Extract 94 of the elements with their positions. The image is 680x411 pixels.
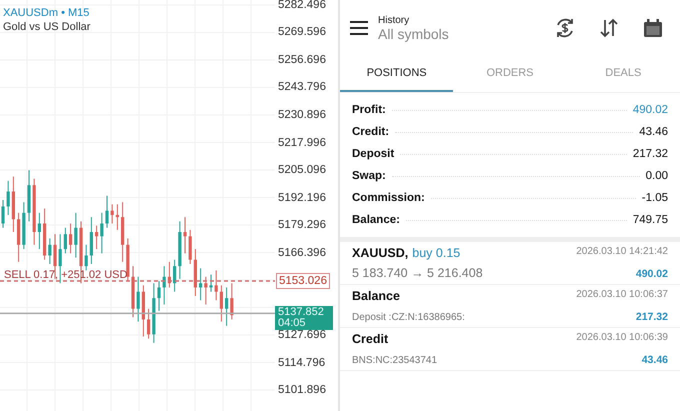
history-row[interactable]: Balance Deposit :CZ:N:16386965: 2026.03.10 10:06:37 217.32	[340, 285, 680, 328]
sort-icon[interactable]	[598, 17, 620, 39]
header-title: History	[378, 14, 410, 26]
candle	[194, 248, 197, 296]
price-label: 5256.696	[278, 52, 326, 67]
price-label: 5101.896	[278, 383, 326, 397]
candle	[168, 261, 171, 288]
candle	[204, 276, 208, 306]
candle	[188, 229, 192, 264]
candle	[121, 202, 124, 262]
candle	[22, 202, 26, 250]
candle	[199, 268, 202, 301]
candle	[6, 180, 10, 216]
summary-label: Swap:	[352, 170, 386, 182]
summary-label: Profit:	[352, 104, 386, 116]
candle	[220, 284, 223, 322]
candle	[17, 212, 20, 262]
deal-detail: BNS:NC:23543741	[352, 355, 438, 366]
price-label: 5127.696	[278, 328, 326, 342]
deal-time: 2026.03.10 14:21:42	[576, 246, 668, 257]
deal-title: Balance	[352, 289, 400, 303]
candle	[131, 266, 135, 318]
candle	[178, 220, 182, 280]
candle	[225, 286, 228, 326]
summary-value: 749.75	[632, 214, 668, 226]
candle	[214, 270, 218, 301]
candle	[105, 195, 109, 228]
price-label: 5114.796	[278, 356, 326, 370]
deal-detail: 5 183.740 → 5 216.408	[352, 266, 483, 280]
candle	[43, 208, 46, 260]
symbol-description: Gold vs US Dollar	[3, 20, 90, 34]
price-label: 5243.796	[278, 80, 326, 94]
price-label: 5217.996	[278, 136, 326, 150]
summary-label: Deposit	[352, 148, 394, 160]
ref-line-label: 5137.852	[278, 306, 325, 318]
candle	[126, 238, 130, 282]
candle	[230, 282, 234, 320]
history-row[interactable]: XAUUSD, buy 0.15 5 183.740 → 5 216.408 2026.03.10 14:21:42 490.02	[340, 242, 680, 285]
candle	[48, 238, 52, 264]
candle	[147, 308, 150, 340]
deal-detail: Deposit :CZ:N:16386965:	[352, 312, 465, 323]
summary-value: 0.00	[646, 170, 668, 182]
candle	[90, 216, 93, 264]
summary-value: 217.32	[632, 148, 668, 160]
candle	[152, 282, 156, 344]
deal-title: XAUUSD,	[352, 246, 408, 260]
summary-value: 43.46	[639, 126, 668, 138]
deal-amount: 490.02	[636, 268, 668, 280]
candle	[38, 212, 41, 250]
calendar-icon[interactable]	[642, 17, 664, 39]
price-label: 5166.396	[278, 246, 326, 260]
menu-icon[interactable]	[350, 21, 368, 35]
deal-amount: 43.46	[642, 354, 668, 366]
candle	[173, 259, 176, 292]
deal-title: Credit	[352, 332, 388, 346]
price-label: 5230.896	[278, 108, 326, 122]
candle	[162, 266, 166, 306]
candle	[110, 204, 114, 224]
summary-label: Commission:	[352, 192, 425, 204]
candle	[58, 234, 62, 284]
summary-value: -1.05	[642, 192, 668, 204]
symbol-name: XAUUSDm • M15	[3, 7, 90, 19]
summary-label: Credit:	[352, 126, 390, 138]
summary-value: 490.02	[632, 104, 668, 116]
candle	[84, 244, 88, 271]
candle	[157, 280, 161, 312]
candle	[142, 284, 145, 337]
currency-refresh-icon[interactable]	[554, 17, 576, 39]
deal-time: 2026.03.10 10:06:37	[576, 289, 668, 300]
candle	[116, 204, 119, 230]
candle	[69, 223, 72, 254]
candle	[183, 216, 187, 254]
candle	[100, 212, 104, 254]
deal-time: 2026.03.10 10:06:39	[576, 332, 668, 343]
history-row[interactable]: Credit BNS:NC:23543741 2026.03.10 10:06:39 43.46	[340, 328, 680, 371]
candle	[27, 170, 31, 222]
candle	[95, 225, 98, 250]
order-price-tag: 5153.026	[276, 273, 330, 289]
candle	[74, 212, 78, 258]
summary-label: Balance:	[352, 214, 400, 226]
price-label: 5205.096	[278, 163, 326, 177]
candle	[1, 200, 5, 228]
candle	[64, 227, 67, 254]
candle	[209, 274, 213, 292]
candle	[32, 178, 36, 246]
price-label: 5269.596	[278, 25, 326, 40]
deal-amount: 217.32	[636, 311, 668, 323]
price-label: 5179.296	[278, 218, 326, 232]
price-label: 5282.496	[278, 0, 326, 12]
deal-side: buy 0.15	[412, 246, 460, 260]
candle	[136, 276, 140, 322]
price-label: 5192.196	[278, 190, 326, 204]
current-price-tag: 5137.852 04:05	[275, 306, 333, 330]
candle	[12, 176, 15, 233]
